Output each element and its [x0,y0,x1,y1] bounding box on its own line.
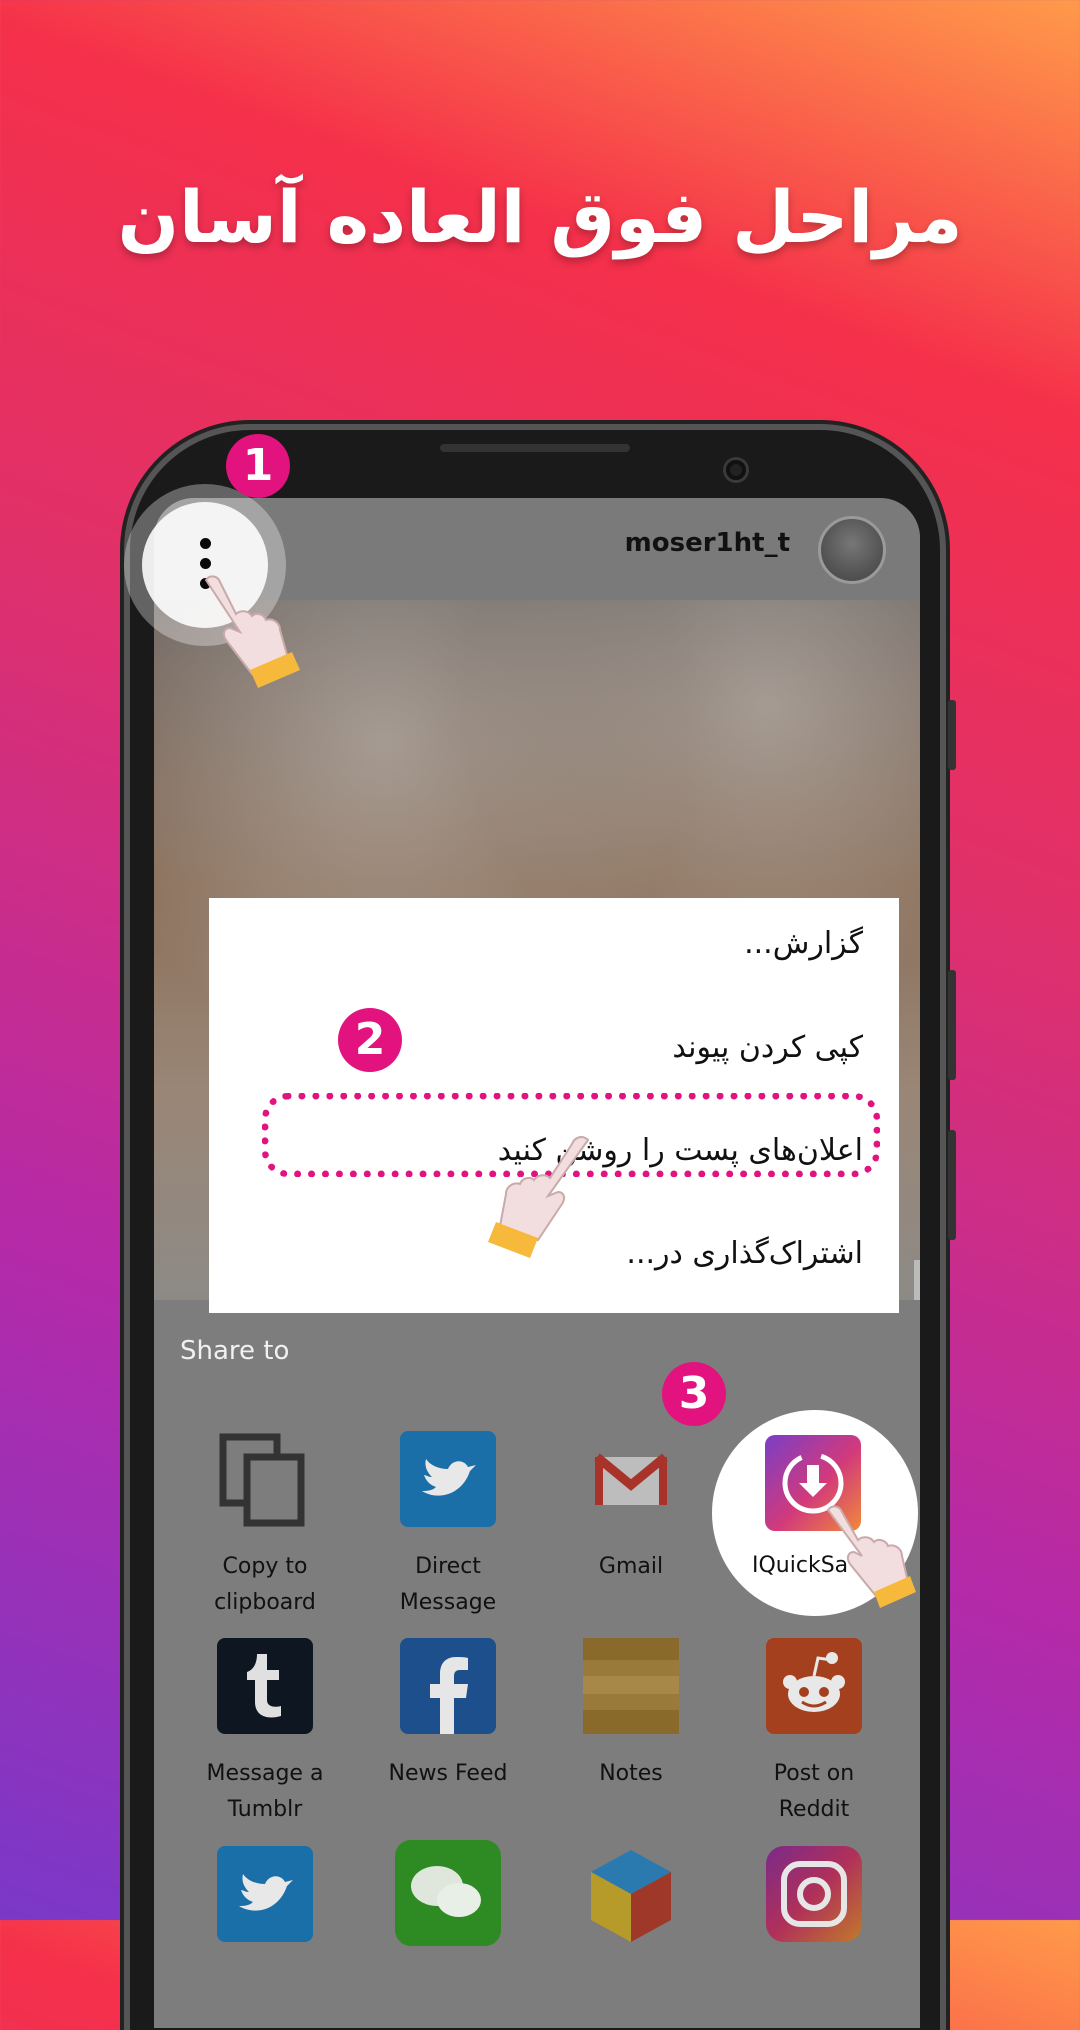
copy-icon [217,1431,313,1527]
app-label: Notes [599,1761,663,1786]
username[interactable]: moser1ht_t [625,528,790,558]
share-app-direct-message[interactable]: Direct Message [363,1431,533,1621]
app-label: Post on [773,1761,855,1786]
twitter-icon [400,1431,496,1527]
pointing-hand-icon [826,1505,916,1608]
app-label: Message [399,1590,497,1615]
share-app-tumblr[interactable]: Message a Tumblr [180,1638,350,1828]
step-badge-3: 3 [662,1362,726,1426]
app-label: Gmail [598,1554,664,1579]
menu-item-copy-link[interactable]: کپی کردن پیوند [672,1030,863,1065]
tumblr-icon [217,1638,313,1734]
share-app-twitter[interactable] [180,1846,350,1942]
facebook-icon [400,1638,496,1734]
share-app-notes[interactable]: Notes [546,1638,716,1792]
app-label: News Feed [388,1761,508,1786]
box-icon [583,1846,679,1942]
app-label: Message a [206,1761,324,1786]
app-label: Reddit [778,1797,850,1822]
step-badge-2: 2 [338,1008,402,1072]
avatar[interactable] [818,516,886,584]
app-label: clipboard [214,1590,316,1615]
share-app-gmail[interactable]: Gmail [546,1431,716,1585]
headline: مراحل فوق العاده آسان [117,175,963,259]
earpiece [440,444,630,452]
instagram-icon [766,1846,862,1942]
step-badge-1: 1 [226,434,290,498]
pointing-hand-icon [204,575,300,688]
front-camera [726,460,746,480]
twitter-icon [217,1846,313,1942]
app-label: Direct [415,1554,481,1579]
share-app-news-feed[interactable]: News Feed [363,1638,533,1792]
reddit-icon [766,1638,862,1734]
power-button [948,1130,956,1240]
wechat-icon [395,1840,501,1946]
menu-item-share[interactable]: اشتراک‌گذاری در... [626,1236,863,1271]
notes-icon [583,1638,679,1734]
more-dot [200,558,211,569]
scrollbar[interactable] [914,1260,920,1300]
menu-item-report[interactable]: گزارش... [744,926,863,961]
volume-up-button [948,700,956,770]
volume-down-button [948,970,956,1080]
share-sheet-title: Share to [180,1336,290,1366]
app-label: Copy to [222,1554,308,1579]
pointing-hand-icon [488,1136,590,1258]
share-app-copy[interactable]: Copy to clipboard [180,1431,350,1621]
share-app-instagram[interactable] [729,1846,899,1942]
more-dot [200,538,211,549]
share-app-reddit[interactable]: Post on Reddit [729,1638,899,1828]
gmail-icon [583,1431,679,1527]
share-app-box[interactable] [546,1846,716,1942]
share-app-wechat[interactable] [363,1840,533,1946]
app-label: Tumblr [227,1797,303,1822]
